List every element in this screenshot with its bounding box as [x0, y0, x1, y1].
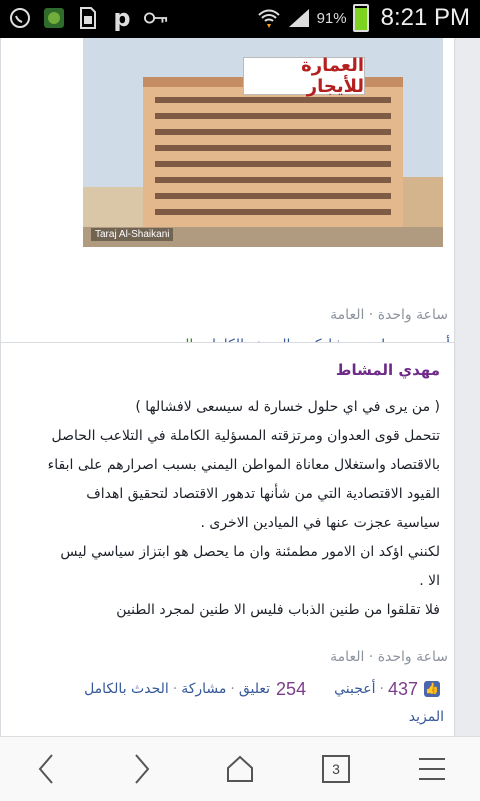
post-card-2: مهدي المشاط ( من يرى في اي حلول خسارة له…: [0, 342, 455, 736]
reaction-row: 👍 437 · أعجبني 254 تعليق · مشاركة · الحد…: [84, 678, 440, 700]
thumbs-up-icon: 👍: [424, 681, 440, 697]
menu-button[interactable]: [410, 747, 454, 791]
battery-percent: 91%: [316, 9, 347, 27]
post-meta: ساعة واحدة · العامة: [330, 307, 448, 323]
like-link[interactable]: أعجبني: [334, 681, 375, 697]
home-icon: [227, 755, 253, 782]
wifi-icon: [257, 6, 281, 30]
full-event-link[interactable]: الحدث بالكامل: [84, 681, 169, 697]
comments-count[interactable]: 254: [276, 679, 306, 700]
post-line: سياسية عجزت عنها في الميادين الاخرى .: [200, 515, 440, 531]
home-button[interactable]: [218, 747, 262, 791]
post-photo[interactable]: العمارة للأيجار Taraj Al-Shaikani: [83, 38, 443, 247]
building-sign: العمارة للأيجار: [243, 55, 365, 97]
post-line: لكنني اؤكد ان الامور مطمئنة وان ما يحصل …: [60, 544, 440, 560]
post-line: تتحمل قوى العدوان ومرتزقته المسؤلية الكا…: [51, 428, 440, 444]
post-meta: ساعة واحدة · العامة: [330, 649, 448, 665]
chevron-right-icon: [135, 754, 150, 784]
share-link[interactable]: مشاركة: [181, 681, 226, 697]
tabs-button[interactable]: 3: [314, 747, 358, 791]
photo-credit: Taraj Al-Shaikani: [91, 228, 174, 241]
author-name[interactable]: مهدي المشاط: [336, 361, 440, 379]
clock: 8:21 PM: [380, 4, 470, 31]
status-bar: p 91% 8:21 PM: [0, 0, 480, 38]
more-link[interactable]: المزيد: [409, 709, 444, 725]
forward-button[interactable]: [120, 747, 164, 791]
hamburger-menu-icon: [419, 758, 445, 780]
key-icon: [144, 6, 168, 30]
signal-icon: [287, 6, 311, 30]
notification-icons: p: [8, 4, 168, 32]
post-line: الا .: [419, 573, 440, 589]
post-line: بالاقتصاد واستغلال معاناة المواطن اليمني…: [47, 457, 440, 473]
battery-icon: [352, 4, 369, 32]
post-line: فلا تقلقوا من طنين الذباب فليس الا طنين …: [116, 602, 440, 618]
post-card-1: العمارة للأيجار Taraj Al-Shaikani ساعة و…: [0, 38, 455, 372]
tabs-icon: 3: [322, 755, 350, 783]
chevron-left-icon: [38, 754, 53, 784]
post-line: القيود الاقتصادية التي من شأنها تدهور ال…: [86, 486, 440, 502]
news-feed[interactable]: العمارة للأيجار Taraj Al-Shaikani ساعة و…: [0, 38, 480, 736]
back-button[interactable]: [24, 747, 68, 791]
comment-link[interactable]: تعليق: [239, 681, 270, 697]
p-app-icon: p: [113, 4, 131, 32]
post-text: ( من يرى في اي حلول خسارة له سيسعى لافشا…: [10, 393, 440, 625]
post-line: ( من يرى في اي حلول خسارة له سيسعى لافشا…: [135, 399, 440, 415]
sim-card-icon: [76, 6, 100, 30]
browser-nav-bar: 3: [0, 736, 480, 801]
likes-count[interactable]: 437: [388, 679, 418, 700]
app-shield-icon: [42, 6, 66, 30]
whatsapp-icon: [8, 6, 32, 30]
